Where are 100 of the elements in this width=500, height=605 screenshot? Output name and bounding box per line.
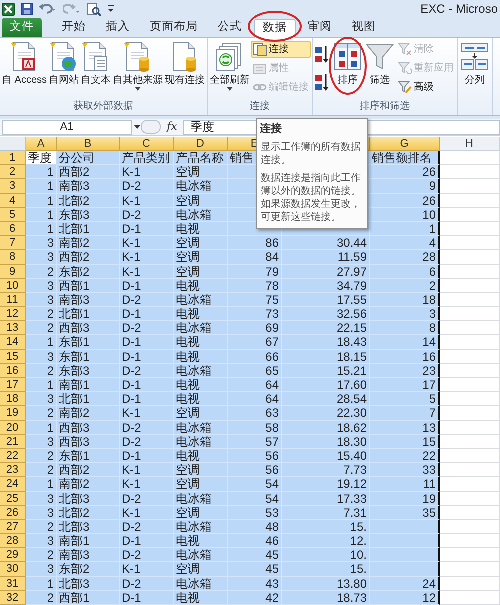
table-cell: 空调 [174, 477, 228, 492]
table-cell: 18.30 [282, 434, 370, 449]
group-label: 连接 [249, 100, 272, 114]
table-cell: 西部2 [57, 165, 120, 180]
table-cell: 63 [228, 406, 282, 421]
table-cell: 3 [26, 534, 57, 548]
table-cell: 46 [228, 534, 282, 548]
table-cell: 1 [26, 194, 57, 208]
table-cell: 电视 [174, 590, 228, 605]
table-cell: 北部3 [57, 492, 120, 506]
table-cell: 9 [370, 179, 440, 194]
table-cell: 东部2 [57, 562, 120, 577]
table-cell: 79 [228, 264, 282, 279]
table-cell: K-1 [120, 406, 174, 421]
table-cell: 17 [370, 378, 440, 392]
table-cell: 15. [282, 520, 370, 534]
table-cell: 电冰箱 [174, 321, 228, 336]
table-cell: 17.55 [282, 292, 370, 308]
table-cell: 北部1 [57, 307, 120, 322]
table-cell: 电冰箱 [174, 576, 228, 591]
table-cell: 66 [228, 350, 282, 364]
table-cell: 北部3 [57, 576, 120, 591]
table-cell: 22 [370, 448, 440, 464]
table-cell: 北部2 [57, 194, 120, 208]
table-cell: 东部1 [57, 335, 120, 350]
table-cell: 64 [228, 378, 282, 392]
table-cell: 季度 [26, 151, 57, 166]
table-cell: K-1 [120, 562, 174, 577]
table-cell: K-1 [120, 250, 174, 264]
table-cell: 22.15 [282, 321, 370, 336]
table-cell: 14 [370, 335, 440, 350]
table-cell: 2 [26, 264, 57, 279]
table-cell: D-2 [120, 292, 174, 308]
table-cell: 18 [370, 292, 440, 308]
table-cell: 南部3 [57, 548, 120, 562]
table-cell: 28 [370, 250, 440, 264]
table-cell: 23 [370, 364, 440, 378]
table-cell: 1 [26, 208, 57, 222]
table-cell: 空调 [174, 406, 228, 421]
table-cell: 南部1 [57, 378, 120, 392]
table-cell: 2 [26, 590, 57, 605]
table-cell: 17.60 [282, 378, 370, 392]
table-cell: 电视 [174, 534, 228, 548]
table-cell: 7.31 [282, 506, 370, 520]
table-cell: D-1 [120, 448, 174, 464]
table-cell: 28.54 [282, 392, 370, 406]
table-cell: 8 [370, 321, 440, 336]
table-cell: D-2 [120, 179, 174, 194]
table-cell: 空调 [174, 165, 228, 180]
table-cell: 69 [228, 321, 282, 336]
table-cell: D-2 [120, 434, 174, 449]
table-cell: K-1 [120, 165, 174, 180]
table-cell: 15. [282, 562, 370, 577]
table-cell: K-1 [120, 264, 174, 279]
table-cell: 2 [370, 278, 440, 293]
table-cell: K-1 [120, 506, 174, 520]
table-cell: D-2 [120, 548, 174, 562]
table-cell: 53 [228, 506, 282, 520]
table-cell: 73 [228, 307, 282, 322]
table-cell: 东部1 [57, 350, 120, 364]
table-cell: 65 [228, 364, 282, 378]
table-cell: D-2 [120, 208, 174, 222]
table-cell: 3 [26, 506, 57, 520]
table-cell: 电视 [174, 378, 228, 392]
window-title: EXC - Microso [420, 3, 498, 15]
table-cell: 北部2 [57, 506, 120, 520]
table-cell: 南部2 [57, 477, 120, 492]
table-cell: K-1 [120, 477, 174, 492]
table-cell: 南部3 [57, 292, 120, 308]
table-cell: 56 [228, 463, 282, 478]
table-cell: 27.97 [282, 264, 370, 279]
table-cell: 2 [26, 406, 57, 421]
table-cell: 13 [370, 420, 440, 435]
table-cell: 75 [228, 292, 282, 308]
table-cell: 17.33 [282, 492, 370, 506]
table-cell: 42 [228, 590, 282, 605]
table-cell: 北部1 [57, 222, 120, 236]
table-cell: 1 [26, 335, 57, 350]
table-cell: 3 [26, 278, 57, 293]
table-cell: 11.59 [282, 250, 370, 264]
table-cell: 3 [26, 492, 57, 506]
table-cell: 销售额排名 [370, 151, 440, 166]
table-cell: 西部1 [57, 590, 120, 605]
table-cell: D-2 [120, 520, 174, 534]
table-cell: 1 [26, 222, 57, 236]
table-cell: 电视 [174, 278, 228, 293]
table-cell: 15.40 [282, 448, 370, 464]
table-cell: 电冰箱 [174, 492, 228, 506]
table-cell: 43 [228, 576, 282, 591]
table-cell: 电冰箱 [174, 208, 228, 222]
table-cell: 12. [282, 534, 370, 548]
table-cell: 空调 [174, 194, 228, 208]
table-cell: 3 [26, 250, 57, 264]
table-cell: 南部2 [57, 406, 120, 421]
table-cell: 东部2 [57, 264, 120, 279]
group-label: 获取外部数据 [72, 100, 134, 114]
table-cell: 86 [228, 236, 282, 250]
table-cell: 3 [26, 236, 57, 250]
table-cell: 16 [370, 350, 440, 364]
table-cell: 电视 [174, 222, 228, 236]
